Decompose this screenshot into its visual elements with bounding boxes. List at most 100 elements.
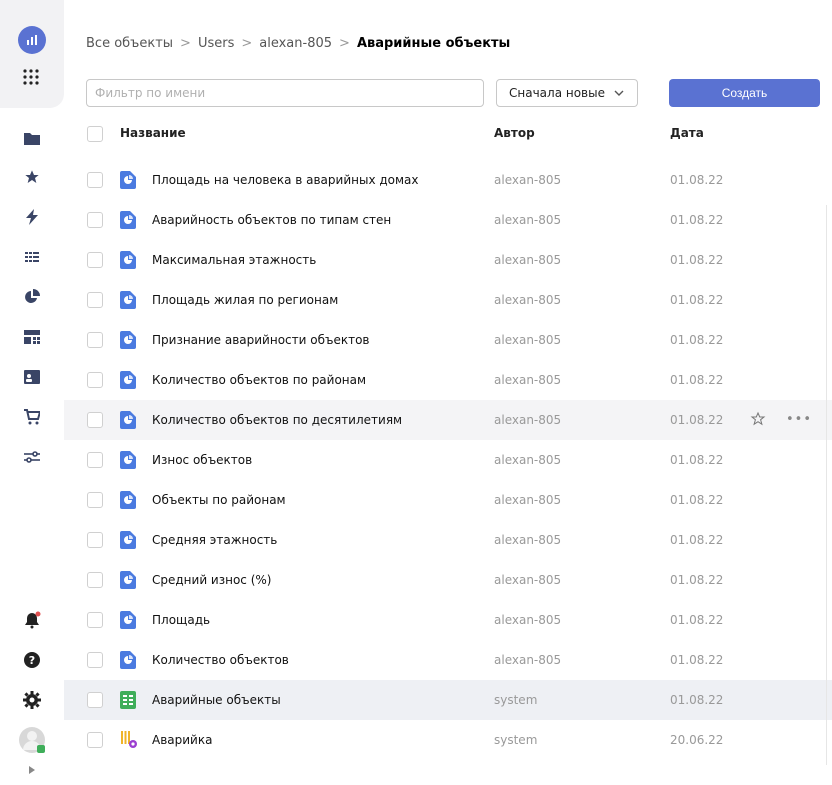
- table-row[interactable]: Площадь на человека в аварийных домах ale…: [64, 160, 832, 200]
- column-header-author[interactable]: Автор: [494, 126, 535, 140]
- table-row[interactable]: Средний износ (%) alexan-805 01.08.22: [64, 560, 832, 600]
- table-row[interactable]: Площадь alexan-805 01.08.22: [64, 600, 832, 640]
- row-author: alexan-805: [494, 293, 562, 307]
- table-row[interactable]: Аварийка system 20.06.22: [64, 720, 832, 760]
- row-checkbox[interactable]: [87, 372, 103, 388]
- table-row[interactable]: Аварийные объекты system 01.08.22: [64, 680, 832, 720]
- list-icon[interactable]: [22, 247, 42, 267]
- sidebar-header: [0, 0, 64, 108]
- row-checkbox[interactable]: [87, 612, 103, 628]
- row-name[interactable]: Признание аварийности объектов: [152, 333, 370, 347]
- pie-chart-icon[interactable]: [22, 287, 42, 307]
- row-date: 01.08.22: [670, 573, 724, 587]
- row-name[interactable]: Износ объектов: [152, 453, 252, 467]
- scrollbar-track[interactable]: [826, 205, 827, 765]
- row-date: 01.08.22: [670, 213, 724, 227]
- row-name[interactable]: Максимальная этажность: [152, 253, 316, 267]
- row-author: alexan-805: [494, 533, 562, 547]
- row-name[interactable]: Средний износ (%): [152, 573, 271, 587]
- row-name[interactable]: Аварийные объекты: [152, 693, 281, 707]
- chart-icon: [120, 531, 136, 549]
- row-checkbox[interactable]: [87, 492, 103, 508]
- column-header-name[interactable]: Название: [120, 126, 186, 140]
- bell-icon[interactable]: [22, 610, 42, 630]
- row-author: alexan-805: [494, 653, 562, 667]
- column-header-date[interactable]: Дата: [670, 126, 704, 140]
- table-row[interactable]: Количество объектов по районам alexan-805…: [64, 360, 832, 400]
- sort-select[interactable]: Сначала новые: [496, 79, 638, 107]
- row-name[interactable]: Аварийка: [152, 733, 212, 747]
- row-date: 01.08.22: [670, 653, 724, 667]
- table-row[interactable]: Количество объектов alexan-805 01.08.22: [64, 640, 832, 680]
- row-author: alexan-805: [494, 453, 562, 467]
- row-checkbox[interactable]: [87, 332, 103, 348]
- row-name[interactable]: Количество объектов по районам: [152, 373, 366, 387]
- row-author: alexan-805: [494, 413, 562, 427]
- breadcrumb: Все объекты > Users > alexan-805 > Авари…: [86, 36, 510, 51]
- table-row[interactable]: Максимальная этажность alexan-805 01.08.22: [64, 240, 832, 280]
- sliders-icon[interactable]: [22, 447, 42, 467]
- dataset-icon: [120, 691, 136, 709]
- row-name[interactable]: Объекты по районам: [152, 493, 286, 507]
- table-row[interactable]: Площадь жилая по регионам alexan-805 01.08…: [64, 280, 832, 320]
- chart-icon: [120, 411, 136, 429]
- row-checkbox[interactable]: [87, 732, 103, 748]
- breadcrumb-item-user[interactable]: alexan-805: [259, 36, 332, 51]
- cart-icon[interactable]: [22, 407, 42, 427]
- row-checkbox[interactable]: [87, 652, 103, 668]
- star-icon[interactable]: [22, 167, 42, 187]
- row-checkbox[interactable]: [87, 212, 103, 228]
- row-checkbox[interactable]: [87, 252, 103, 268]
- create-button[interactable]: Создать: [669, 79, 820, 107]
- row-name[interactable]: Аварийность объектов по типам стен: [152, 213, 391, 227]
- row-name[interactable]: Площадь на человека в аварийных домах: [152, 173, 419, 187]
- table-row[interactable]: Износ объектов alexan-805 01.08.22: [64, 440, 832, 480]
- table-row[interactable]: Средняя этажность alexan-805 01.08.22: [64, 520, 832, 560]
- apps-grid-icon[interactable]: [22, 68, 40, 90]
- chevron-down-icon: [614, 90, 624, 96]
- help-icon[interactable]: ?: [22, 650, 42, 670]
- table-row[interactable]: Признание аварийности объектов alexan-805…: [64, 320, 832, 360]
- dashboard-icon[interactable]: [22, 327, 42, 347]
- row-checkbox[interactable]: [87, 292, 103, 308]
- filter-input[interactable]: [86, 79, 484, 107]
- row-checkbox[interactable]: [87, 532, 103, 548]
- contact-card-icon[interactable]: [22, 367, 42, 387]
- row-author: alexan-805: [494, 613, 562, 627]
- select-all-checkbox[interactable]: [87, 126, 103, 142]
- breadcrumb-current: Аварийные объекты: [356, 36, 511, 51]
- chart-icon: [120, 291, 136, 309]
- row-checkbox[interactable]: [87, 172, 103, 188]
- row-date: 01.08.22: [670, 253, 724, 267]
- chart-icon: [120, 451, 136, 469]
- breadcrumb-separator: >: [339, 36, 350, 51]
- breadcrumb-item-all-objects[interactable]: Все объекты: [86, 36, 173, 51]
- logo-icon[interactable]: [18, 26, 46, 54]
- chart-icon: [120, 251, 136, 269]
- row-date: 20.06.22: [670, 733, 724, 747]
- row-name[interactable]: Количество объектов по десятилетиям: [152, 413, 402, 427]
- more-options-button[interactable]: •••: [786, 412, 812, 427]
- row-author: alexan-805: [494, 173, 562, 187]
- row-checkbox[interactable]: [87, 412, 103, 428]
- breadcrumb-item-users[interactable]: Users: [198, 36, 234, 51]
- expand-icon[interactable]: [26, 764, 38, 776]
- star-outline-icon[interactable]: [750, 411, 766, 431]
- table-row[interactable]: Аварийность объектов по типам стен alexan…: [64, 200, 832, 240]
- connection-icon: [120, 731, 137, 749]
- row-author: alexan-805: [494, 373, 562, 387]
- avatar[interactable]: [18, 726, 46, 754]
- row-name[interactable]: Средняя этажность: [152, 533, 277, 547]
- row-name[interactable]: Площадь: [152, 613, 210, 627]
- row-name[interactable]: Площадь жилая по регионам: [152, 293, 338, 307]
- table-row[interactable]: Количество объектов по десятилетиям alexa…: [64, 400, 832, 440]
- row-checkbox[interactable]: [87, 572, 103, 588]
- lightning-icon[interactable]: [22, 207, 42, 227]
- table-header: Название Автор Дата: [64, 116, 832, 152]
- table-row[interactable]: Объекты по районам alexan-805 01.08.22: [64, 480, 832, 520]
- row-checkbox[interactable]: [87, 452, 103, 468]
- folder-icon[interactable]: [22, 128, 42, 148]
- row-checkbox[interactable]: [87, 692, 103, 708]
- settings-icon[interactable]: [22, 690, 42, 710]
- row-name[interactable]: Количество объектов: [152, 653, 289, 667]
